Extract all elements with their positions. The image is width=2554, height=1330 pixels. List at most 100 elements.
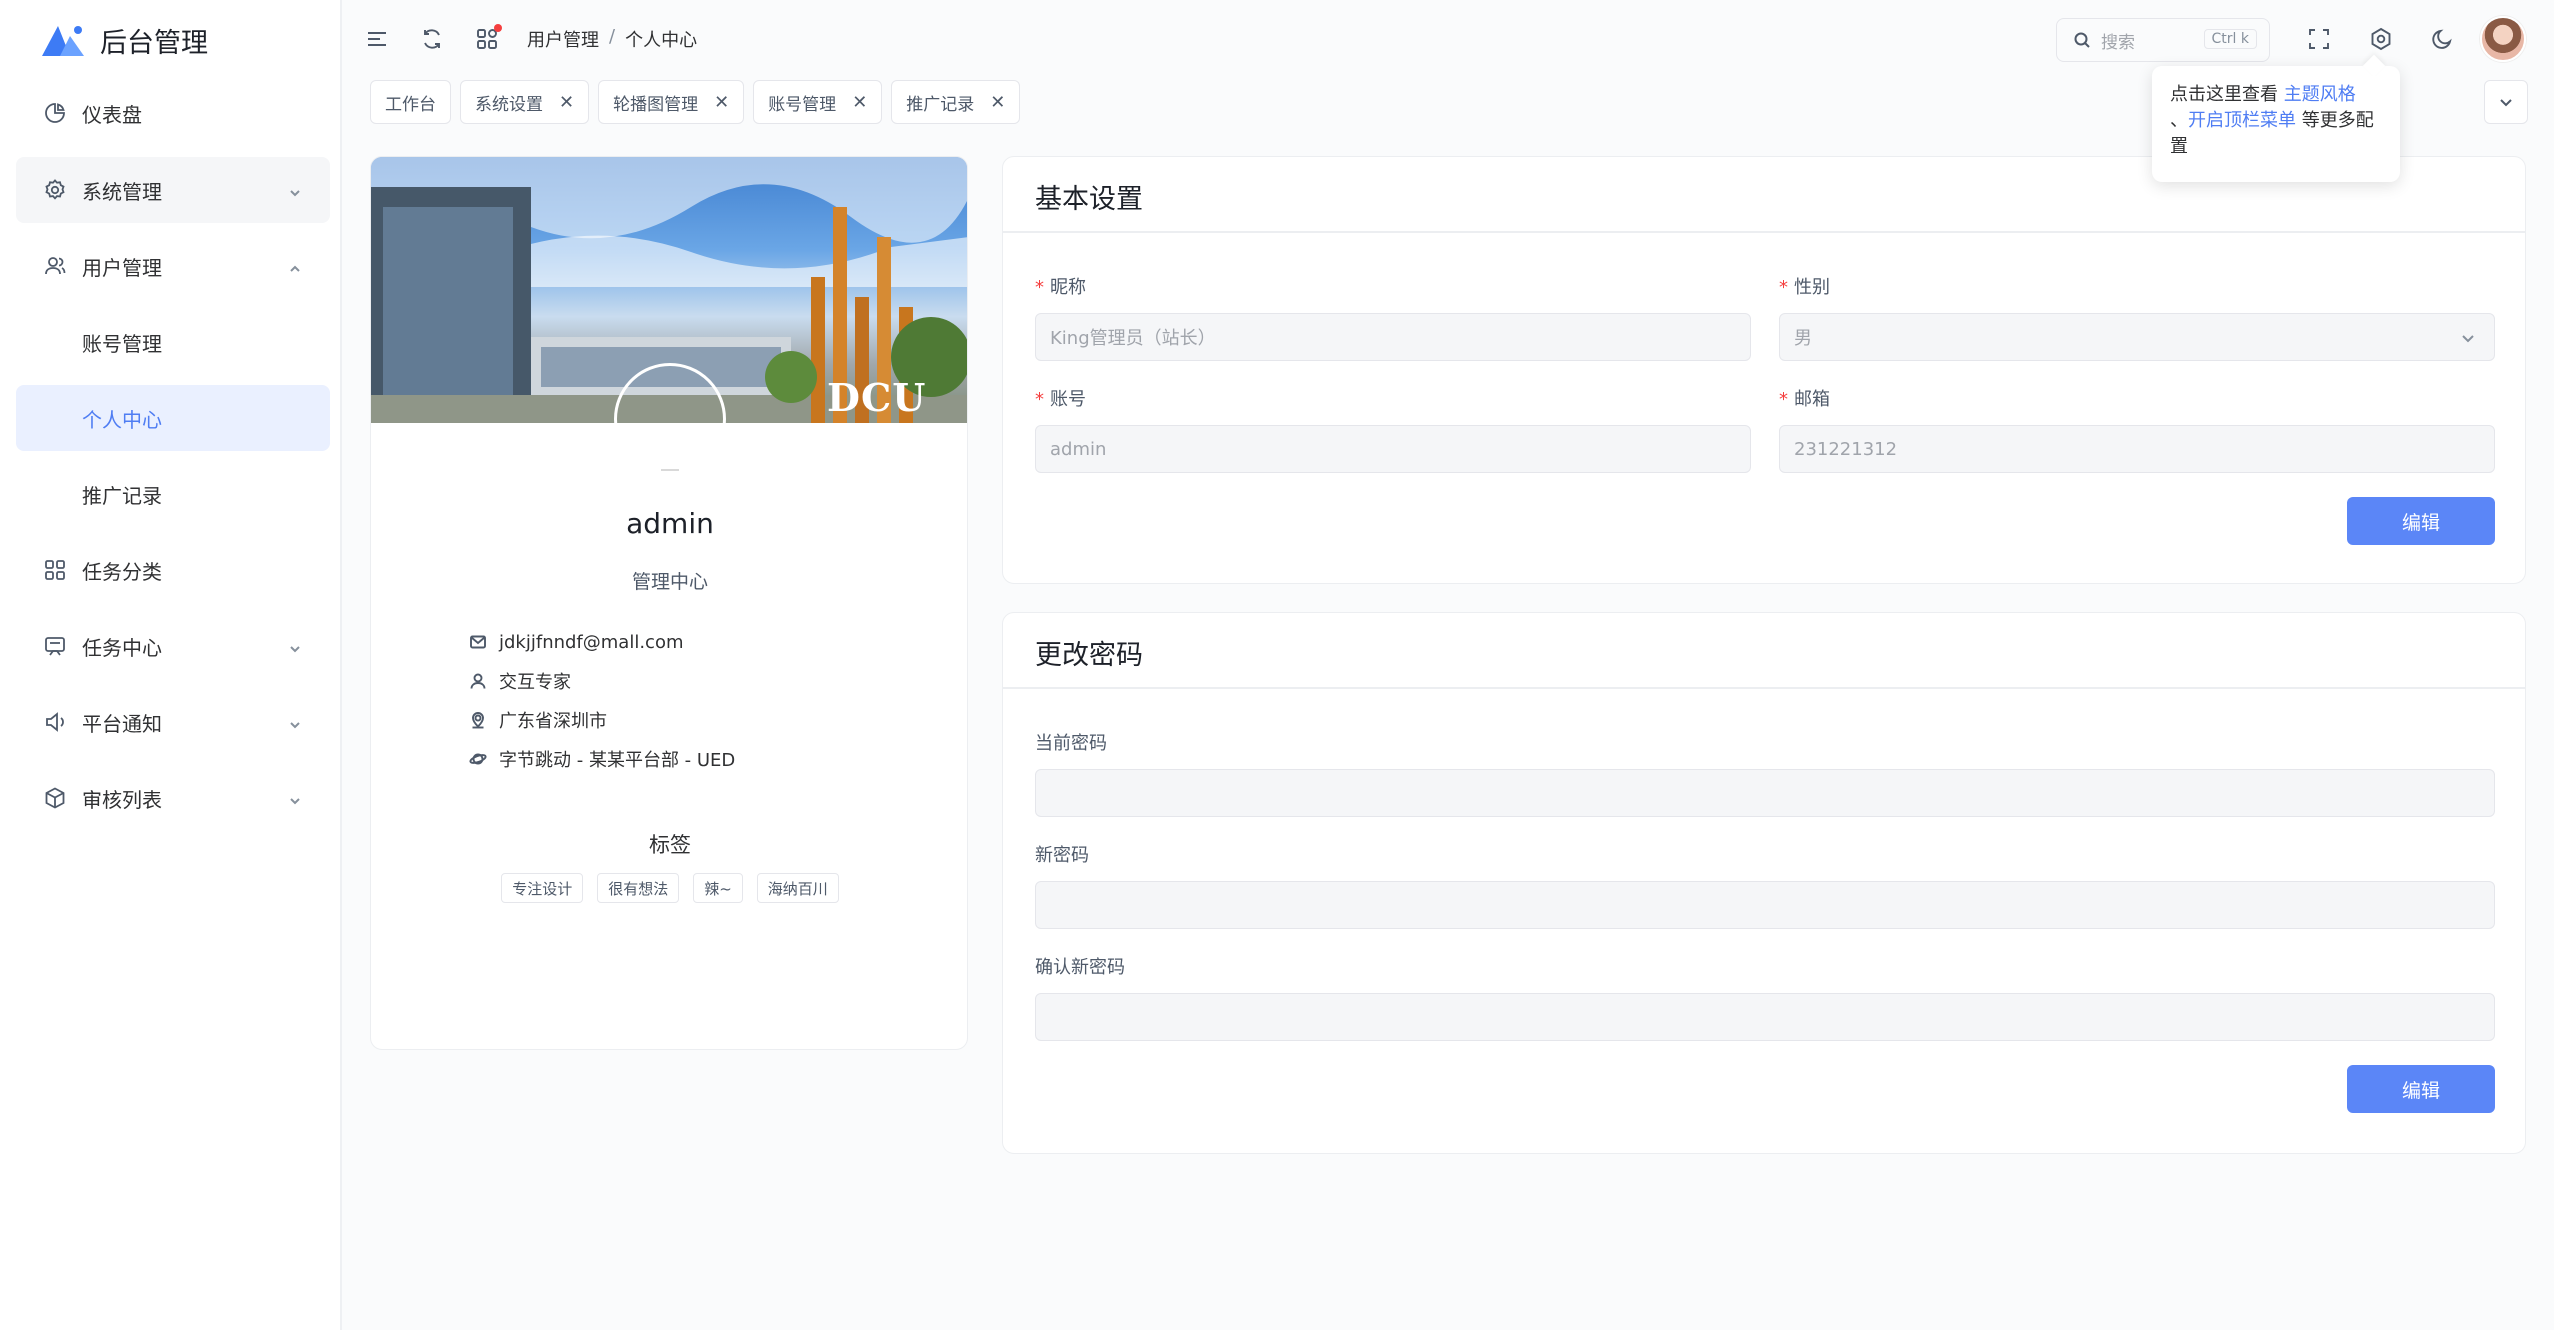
sidebar-item-account[interactable]: 账号管理 (16, 309, 330, 375)
task-icon (42, 633, 68, 659)
pie-chart-icon (42, 100, 68, 126)
sidebar-item-label: 系统管理 (82, 179, 162, 204)
sidebar-item-label: 用户管理 (82, 255, 162, 280)
profile-avatar[interactable] (614, 363, 726, 475)
breadcrumb: 用户管理 / 个人中心 (527, 26, 697, 52)
dark-mode-icon[interactable] (2428, 24, 2458, 54)
nickname-label: * 昵称 (1035, 277, 1086, 298)
breadcrumb-item-profile: 个人中心 (625, 30, 698, 51)
account-label: * 账号 (1035, 389, 1086, 410)
sidebar-item-users[interactable]: 用户管理 (16, 233, 330, 299)
tab-label: 轮播图管理 (613, 94, 699, 115)
avatar-placeholder-line (661, 469, 679, 471)
profile-username: admin (626, 507, 714, 540)
tooltip-text: 、 (2170, 110, 2188, 131)
email-field[interactable]: 231221312 (1779, 425, 2495, 473)
tooltip-link-topbar[interactable]: 开启顶栏菜单 (2188, 110, 2296, 131)
sidebar-item-label: 任务中心 (82, 635, 162, 660)
edit-password-button[interactable]: 编辑 (2347, 1065, 2495, 1113)
tab-label: 系统设置 (475, 94, 543, 115)
cover-logo-text: DCU (827, 375, 927, 420)
sidebar-item-task-category[interactable]: 任务分类 (16, 537, 330, 603)
current-password-label: 当前密码 (1035, 733, 1107, 754)
sidebar-item-review[interactable]: 审核列表 (16, 765, 330, 831)
profile-email: jdkjjfnndf@mall.com (469, 629, 684, 655)
chevron-down-icon (2460, 330, 2476, 351)
search-box[interactable]: 搜索 Ctrl k (2056, 18, 2270, 62)
tab-carousel[interactable]: 轮播图管理 ✕ (598, 80, 745, 124)
breadcrumb-item-users[interactable]: 用户管理 (527, 26, 599, 52)
tab-workbench[interactable]: 工作台 (370, 80, 451, 124)
profile-org: 字节跳动 - 某某平台部 - UED (469, 746, 735, 772)
sidebar-item-dashboard[interactable]: 仪表盘 (16, 80, 330, 146)
settings-icon[interactable] (2366, 24, 2396, 54)
search-shortcut: Ctrl k (2203, 29, 2257, 49)
tooltip-link-theme[interactable]: 主题风格 (2284, 84, 2356, 105)
close-icon[interactable]: ✕ (990, 92, 1005, 113)
tags-title: 标签 (649, 833, 691, 857)
notification-dot (494, 24, 502, 32)
refresh-icon[interactable] (417, 24, 447, 54)
new-password-field[interactable] (1035, 881, 2495, 929)
sidebar-item-notifications[interactable]: 平台通知 (16, 689, 330, 755)
tab-label: 账号管理 (768, 94, 837, 115)
tooltip-text: 点击这里查看 (2170, 84, 2284, 105)
sidebar-item-label: 账号管理 (82, 331, 162, 356)
sidebar-item-profile[interactable]: 个人中心 (16, 385, 330, 451)
profile-title: 交互专家 (469, 668, 571, 694)
apps-icon[interactable] (472, 24, 502, 54)
speaker-icon (42, 709, 68, 735)
sidebar: 后台管理 仪表盘 系统管理 用户管理 账号管理 个人中心 推广记录 任务分类 任… (0, 0, 342, 1330)
tab-label: 推广记录 (906, 94, 975, 115)
sidebar-item-label: 仪表盘 (82, 102, 142, 127)
nickname-field[interactable]: King管理员（站长） (1035, 313, 1751, 361)
grid-icon (42, 557, 68, 583)
current-password-field[interactable] (1035, 769, 2495, 817)
mail-icon (470, 635, 486, 649)
tag-item: 很有想法 (597, 873, 680, 903)
confirm-password-label: 确认新密码 (1035, 957, 1125, 978)
tab-bar: 工作台 系统设置 ✕ 轮播图管理 ✕ 账号管理 ✕ 推广记录 ✕ (370, 80, 1021, 124)
close-icon[interactable]: ✕ (852, 92, 867, 113)
chevron-down-icon (288, 637, 302, 653)
tag-item: 海纳百川 (756, 873, 839, 903)
sidebar-item-label: 任务分类 (82, 559, 162, 584)
account-field[interactable]: admin (1035, 425, 1751, 473)
confirm-password-field[interactable] (1035, 993, 2495, 1041)
edit-basic-button[interactable]: 编辑 (2347, 497, 2495, 545)
profile-card: DCU admin 管理中心 jdkjjfnndf@mall.com 交互专家 … (370, 156, 968, 1050)
chevron-up-icon (288, 257, 302, 272)
fullscreen-icon[interactable] (2304, 24, 2334, 54)
breadcrumb-separator: / (609, 26, 616, 47)
user-avatar[interactable] (2480, 16, 2526, 62)
sidebar-item-label: 推广记录 (82, 483, 162, 508)
tab-account[interactable]: 账号管理 ✕ (753, 80, 883, 124)
tab-promotion[interactable]: 推广记录 ✕ (891, 80, 1021, 124)
sidebar-item-label: 审核列表 (82, 787, 162, 812)
search-placeholder: 搜索 (2101, 32, 2135, 53)
planet-icon (469, 753, 487, 765)
chevron-down-icon (2500, 99, 2512, 107)
sidebar-item-label: 个人中心 (82, 407, 162, 432)
sidebar-item-task-center[interactable]: 任务中心 (16, 613, 330, 679)
sidebar-item-label: 平台通知 (82, 711, 162, 736)
email-label: * 邮箱 (1779, 389, 1830, 410)
sidebar-item-system[interactable]: 系统管理 (16, 157, 330, 223)
sidebar-item-promotion[interactable]: 推广记录 (16, 461, 330, 527)
gender-select[interactable]: 男 (1779, 313, 2495, 361)
close-icon[interactable]: ✕ (559, 92, 574, 113)
close-icon[interactable]: ✕ (714, 92, 729, 113)
header: 用户管理 / 个人中心 搜索 Ctrl k (342, 0, 2554, 76)
users-icon (42, 253, 68, 279)
gender-label: * 性别 (1779, 277, 1830, 298)
tag-item: 辣~ (693, 873, 743, 903)
app-logo[interactable]: 后台管理 (40, 20, 208, 60)
chevron-down-icon (288, 713, 302, 729)
menu-fold-icon[interactable] (362, 24, 392, 54)
user-icon (470, 673, 486, 689)
chevron-down-icon (288, 789, 302, 805)
basic-settings-card: 基本设置 * 昵称 King管理员（站长） * 性别 男 * 账号 admin * 邮箱… (1002, 156, 2526, 584)
divider (1003, 231, 2525, 233)
tab-system-settings[interactable]: 系统设置 ✕ (460, 80, 590, 124)
tabs-more-button[interactable] (2484, 80, 2528, 124)
